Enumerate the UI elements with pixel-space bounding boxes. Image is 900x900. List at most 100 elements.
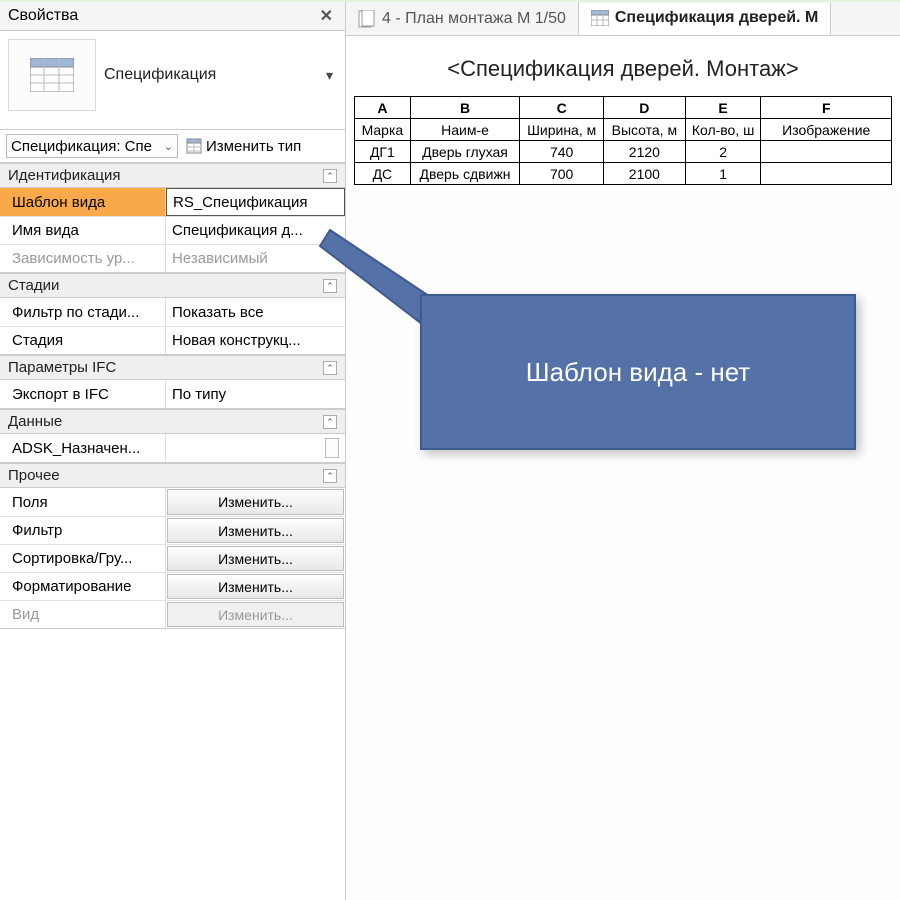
col-header[interactable]: Марка xyxy=(355,119,411,141)
collapse-icon[interactable]: ⌃ xyxy=(323,279,337,293)
edit-button[interactable]: Изменить... xyxy=(167,489,344,515)
edit-button[interactable]: Изменить... xyxy=(167,518,344,543)
panel-header: Свойства ✕ xyxy=(0,2,345,31)
collapse-icon[interactable]: ⌃ xyxy=(323,415,337,429)
group-header-stages[interactable]: Стадии ⌃ xyxy=(0,273,345,298)
cell[interactable] xyxy=(761,163,892,185)
cell[interactable]: 700 xyxy=(520,163,604,185)
properties-panel: Свойства ✕ Спецификация ▾ Спецификация: … xyxy=(0,2,346,900)
prop-value[interactable] xyxy=(166,434,345,462)
group-label: Идентификация xyxy=(8,167,120,184)
col-letter[interactable]: B xyxy=(410,97,520,119)
col-letter[interactable]: F xyxy=(761,97,892,119)
prop-value[interactable]: По типу xyxy=(166,380,345,408)
group-header-data[interactable]: Данные ⌃ xyxy=(0,409,345,434)
schedule-icon xyxy=(591,10,609,26)
col-header[interactable]: Кол-во, ш xyxy=(685,119,761,141)
tab-plan[interactable]: 4 - План монтажа М 1/50 xyxy=(346,2,579,35)
tab-label: 4 - План монтажа М 1/50 xyxy=(382,10,566,28)
tab-schedule[interactable]: Спецификация дверей. М xyxy=(579,3,831,36)
tab-label: Спецификация дверей. М xyxy=(615,9,818,27)
prop-row-filter[interactable]: Фильтр Изменить... xyxy=(0,516,345,544)
collapse-icon[interactable]: ⌃ xyxy=(323,361,337,375)
cell[interactable]: 2 xyxy=(685,141,761,163)
prop-name: Сортировка/Гру... xyxy=(0,545,166,572)
col-letter[interactable]: A xyxy=(355,97,411,119)
group-label: Данные xyxy=(8,413,62,430)
type-label: Спецификация xyxy=(104,66,322,84)
table-row[interactable]: ДГ1 Дверь глухая 740 2120 2 xyxy=(355,141,892,163)
col-letter[interactable]: D xyxy=(604,97,686,119)
prop-row-stage-filter[interactable]: Фильтр по стади... Показать все xyxy=(0,298,345,326)
schedule-title: <Спецификация дверей. Монтаж> xyxy=(350,46,896,96)
prop-name: Фильтр по стади... xyxy=(0,298,166,326)
callout-text: Шаблон вида - нет xyxy=(526,357,750,388)
prop-row-view: Вид Изменить... xyxy=(0,600,345,628)
cell[interactable]: 2120 xyxy=(604,141,686,163)
prop-row-dependency: Зависимость ур... Независимый xyxy=(0,244,345,272)
prop-name: Стадия xyxy=(0,327,166,354)
cell[interactable]: ДС xyxy=(355,163,411,185)
prop-value[interactable]: Показать все xyxy=(166,298,345,326)
prop-row-format[interactable]: Форматирование Изменить... xyxy=(0,572,345,600)
cell[interactable]: Дверь сдвижн xyxy=(410,163,520,185)
callout-box: Шаблон вида - нет xyxy=(420,294,856,450)
prop-row-stage[interactable]: Стадия Новая конструкц... xyxy=(0,326,345,354)
prop-row-viewname[interactable]: Имя вида Спецификация д... xyxy=(0,216,345,244)
edit-button[interactable]: Изменить... xyxy=(167,546,344,571)
cell[interactable]: Дверь глухая xyxy=(410,141,520,163)
cell[interactable]: 1 xyxy=(685,163,761,185)
edit-type-label: Изменить тип xyxy=(206,138,301,155)
cell[interactable]: ДГ1 xyxy=(355,141,411,163)
prop-row-adsk[interactable]: ADSK_Назначен... xyxy=(0,434,345,462)
schedule-icon xyxy=(8,39,96,111)
col-header[interactable]: Изображение xyxy=(761,119,892,141)
prop-name: Шаблон вида xyxy=(0,188,166,216)
instance-selector-row: Спецификация: Спе ⌄ Изменить тип xyxy=(0,130,345,163)
prop-value: Независимый xyxy=(166,245,345,272)
browse-icon[interactable] xyxy=(325,438,339,458)
column-header-row: Марка Наим-е Ширина, м Высота, м Кол-во,… xyxy=(355,119,892,141)
collapse-icon[interactable]: ⌃ xyxy=(323,169,337,183)
chevron-down-icon[interactable]: ▾ xyxy=(322,63,337,88)
group-header-identification[interactable]: Идентификация ⌃ xyxy=(0,163,345,188)
edit-type-button[interactable]: Изменить тип xyxy=(182,136,305,157)
group-header-other[interactable]: Прочее ⌃ xyxy=(0,463,345,488)
prop-row-sort[interactable]: Сортировка/Гру... Изменить... xyxy=(0,544,345,572)
prop-value[interactable]: RS_Спецификация xyxy=(166,188,345,216)
edit-button[interactable]: Изменить... xyxy=(167,574,344,599)
prop-value[interactable]: Спецификация д... xyxy=(166,217,345,244)
column-letter-row: A B C D E F xyxy=(355,97,892,119)
panel-title: Свойства xyxy=(8,7,78,25)
prop-name: Фильтр xyxy=(0,517,166,544)
cell[interactable] xyxy=(761,141,892,163)
group-label: Параметры IFC xyxy=(8,359,116,376)
instance-combo[interactable]: Спецификация: Спе ⌄ xyxy=(6,134,178,158)
prop-row-fields[interactable]: Поля Изменить... xyxy=(0,488,345,516)
panel-close-button[interactable]: ✕ xyxy=(316,6,337,26)
col-letter[interactable]: E xyxy=(685,97,761,119)
col-header[interactable]: Высота, м xyxy=(604,119,686,141)
prop-row-ifc-export[interactable]: Экспорт в IFC По типу xyxy=(0,380,345,408)
schedule-view: <Спецификация дверей. Монтаж> A B C D E … xyxy=(346,36,900,195)
view-tabs: 4 - План монтажа М 1/50 Спецификация две… xyxy=(346,2,900,36)
col-header[interactable]: Ширина, м xyxy=(520,119,604,141)
edit-type-icon xyxy=(186,138,202,154)
col-letter[interactable]: C xyxy=(520,97,604,119)
prop-value[interactable]: Новая конструкц... xyxy=(166,327,345,354)
group-label: Стадии xyxy=(8,277,59,294)
prop-name: ADSK_Назначен... xyxy=(0,434,166,462)
col-header[interactable]: Наим-е xyxy=(410,119,520,141)
prop-name: Зависимость ур... xyxy=(0,245,166,272)
table-row[interactable]: ДС Дверь сдвижн 700 2100 1 xyxy=(355,163,892,185)
schedule-table[interactable]: A B C D E F Марка Наим-е Ширина, м Высот… xyxy=(354,96,892,185)
cell[interactable]: 2100 xyxy=(604,163,686,185)
cell[interactable]: 740 xyxy=(520,141,604,163)
collapse-icon[interactable]: ⌃ xyxy=(323,469,337,483)
prop-name: Вид xyxy=(0,601,166,628)
type-selector[interactable]: Спецификация ▾ xyxy=(0,31,345,130)
prop-name: Поля xyxy=(0,488,166,516)
prop-row-template[interactable]: Шаблон вида RS_Спецификация xyxy=(0,188,345,216)
instance-combo-value: Спецификация: Спе xyxy=(11,138,152,155)
group-header-ifc[interactable]: Параметры IFC ⌃ xyxy=(0,355,345,380)
